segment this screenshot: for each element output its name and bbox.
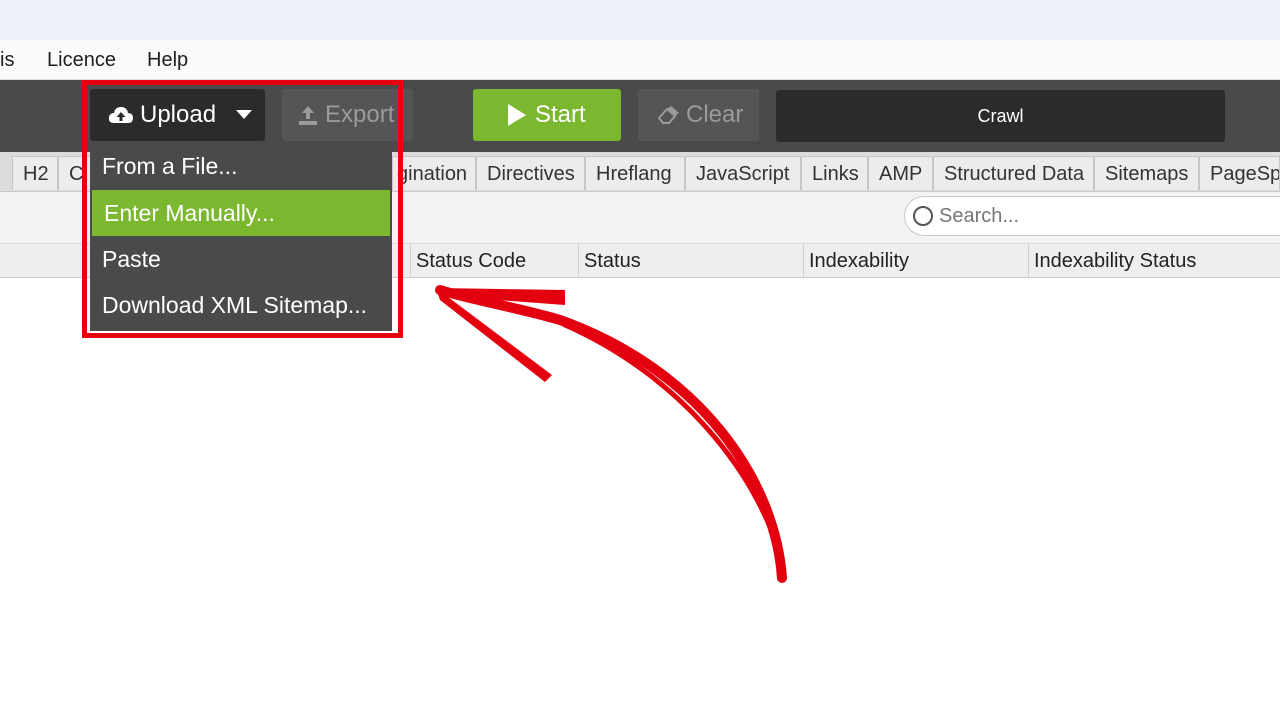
annotation-arrow	[435, 285, 787, 583]
